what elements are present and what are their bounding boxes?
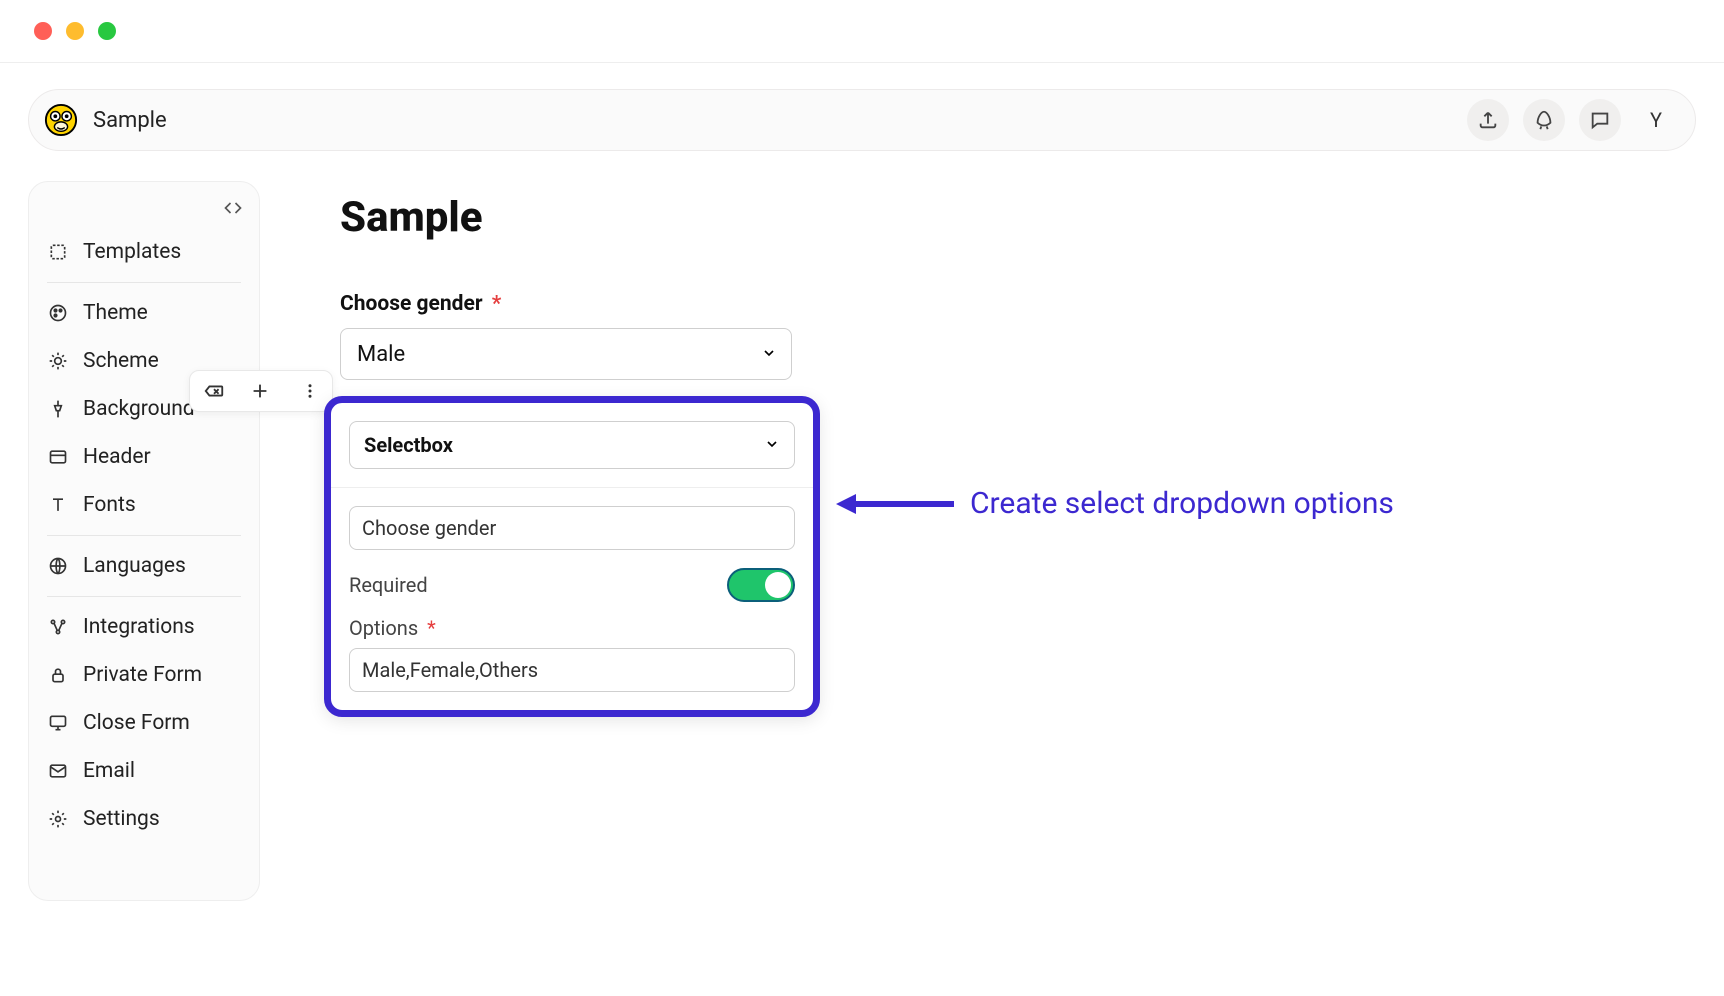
sidebar-item-label: Close Form — [83, 711, 190, 735]
form-title[interactable]: Sample — [93, 108, 167, 133]
pin-icon — [47, 399, 69, 419]
gender-select[interactable]: Male — [340, 328, 792, 380]
window-close-dot[interactable] — [34, 22, 52, 40]
field-config-panel: Selectbox Required Options * — [326, 398, 818, 715]
sidebar-item-label: Header — [83, 445, 151, 469]
palette-icon — [47, 303, 69, 323]
text-icon — [47, 495, 69, 515]
main-content: Sample Choose gender * Male Selectbox — [296, 181, 1696, 901]
required-asterisk: * — [492, 292, 502, 316]
page-title: Sample — [340, 193, 1696, 242]
sidebar-item-email[interactable]: Email — [29, 747, 259, 795]
sidebar-item-label: Background — [83, 397, 195, 421]
sidebar-item-close-form[interactable]: Close Form — [29, 699, 259, 747]
sidebar-item-header[interactable]: Header — [29, 433, 259, 481]
sidebar-item-fonts[interactable]: Fonts — [29, 481, 259, 529]
window-minimize-dot[interactable] — [66, 22, 84, 40]
sparkle-icon — [47, 351, 69, 371]
sidebar-item-label: Integrations — [83, 615, 195, 639]
field-type-select[interactable]: Selectbox — [349, 421, 795, 469]
top-actions: Y — [1467, 99, 1677, 141]
options-input[interactable] — [349, 648, 795, 692]
comment-button[interactable] — [1579, 99, 1621, 141]
gear-icon — [47, 809, 69, 829]
required-label: Required — [349, 573, 428, 597]
sidebar-item-label: Templates — [83, 240, 181, 264]
chevron-down-icon — [761, 342, 777, 367]
app-logo — [43, 102, 79, 138]
globe-icon — [47, 556, 69, 576]
sidebar-item-integrations[interactable]: Integrations — [29, 603, 259, 651]
code-icon[interactable] — [223, 198, 243, 222]
window-maximize-dot[interactable] — [98, 22, 116, 40]
share-button[interactable] — [1467, 99, 1509, 141]
field-label: Choose gender * — [340, 292, 1696, 316]
sidebar: Templates Theme Scheme Background Header… — [28, 181, 260, 901]
options-label: Options * — [349, 616, 795, 640]
annotation-text: Create select dropdown options — [970, 486, 1394, 521]
delete-field-button[interactable] — [200, 377, 228, 405]
sidebar-item-label: Languages — [83, 554, 186, 578]
sidebar-item-label: Settings — [83, 807, 160, 831]
add-field-button[interactable] — [246, 377, 274, 405]
required-toggle[interactable] — [727, 568, 795, 602]
sidebar-item-label: Theme — [83, 301, 148, 325]
launch-button[interactable] — [1523, 99, 1565, 141]
template-icon — [47, 242, 69, 262]
window-controls — [0, 0, 1724, 63]
annotation: Create select dropdown options — [836, 486, 1394, 521]
sidebar-item-label: Private Form — [83, 663, 202, 687]
arrow-left-icon — [836, 489, 956, 519]
question-input[interactable] — [349, 506, 795, 550]
sidebar-item-templates[interactable]: Templates — [29, 228, 259, 276]
sidebar-item-private[interactable]: Private Form — [29, 651, 259, 699]
chevron-down-icon — [764, 433, 780, 457]
sidebar-item-languages[interactable]: Languages — [29, 542, 259, 590]
select-value: Male — [357, 342, 405, 367]
top-bar: Sample Y — [28, 89, 1696, 151]
layout-icon — [47, 447, 69, 467]
field-type-value: Selectbox — [364, 433, 453, 457]
user-avatar[interactable]: Y — [1635, 99, 1677, 141]
sidebar-item-settings[interactable]: Settings — [29, 795, 259, 843]
lock-icon — [47, 665, 69, 685]
monitor-icon — [47, 713, 69, 733]
form-field: Choose gender * Male — [340, 292, 1696, 380]
sidebar-item-label: Fonts — [83, 493, 136, 517]
sidebar-item-label: Email — [83, 759, 135, 783]
mail-icon — [47, 761, 69, 781]
nodes-icon — [47, 617, 69, 637]
sidebar-item-theme[interactable]: Theme — [29, 289, 259, 337]
sidebar-item-label: Scheme — [83, 349, 159, 373]
required-asterisk: * — [427, 616, 436, 640]
